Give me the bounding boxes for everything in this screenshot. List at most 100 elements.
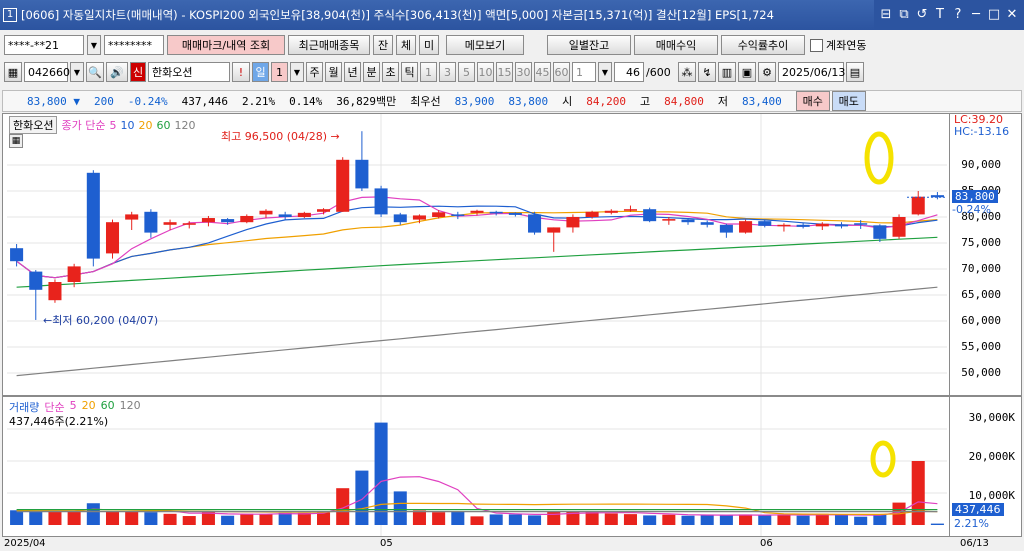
hc-value: HC:-13.16	[954, 125, 1010, 138]
alert-icon[interactable]: !	[232, 62, 250, 82]
period-month[interactable]: 월	[325, 62, 342, 82]
maximize-icon[interactable]: □	[986, 7, 1002, 23]
volume-bar	[739, 514, 753, 525]
unexecuted-button[interactable]: 미	[419, 35, 439, 55]
period-tick[interactable]: 틱	[401, 62, 418, 82]
volume-bar	[873, 514, 887, 525]
period-year[interactable]: 년	[344, 62, 361, 82]
volume-bar	[854, 516, 868, 525]
title-bar: 1 [0606] 자동일지차트(매매내역) - KOSPI200 외국인보유[3…	[0, 0, 1024, 30]
price-change-pct: -0.24%	[127, 94, 168, 108]
period-minute[interactable]: 분	[363, 62, 380, 82]
chart-type-icon[interactable]: ▥	[718, 62, 736, 82]
candle-body	[470, 210, 484, 213]
volume-bar	[700, 514, 714, 525]
interval-10[interactable]: 10	[477, 62, 494, 82]
indicator-icon[interactable]: ⁂	[678, 62, 696, 82]
period-second[interactable]: 초	[382, 62, 399, 82]
period-day[interactable]: 일	[252, 62, 269, 82]
trend-icon[interactable]: ↯	[698, 62, 716, 82]
settings-icon[interactable]: ⚙	[758, 62, 776, 82]
sell-button[interactable]: 매도	[831, 91, 866, 111]
volume-bar	[911, 461, 925, 525]
memo-button[interactable]: 메모보기	[446, 35, 524, 55]
price-panel[interactable]: 한화오션 종가 단순 5 10 20 60 120 ▦ 최고 96,500 (0…	[2, 113, 1022, 396]
volume-bar	[489, 514, 503, 525]
calendar-icon[interactable]: ▤	[846, 62, 864, 82]
account-dropdown-icon[interactable]: ▼	[87, 35, 101, 55]
buy-button[interactable]: 매수	[795, 91, 830, 111]
interval-3[interactable]: 3	[439, 62, 456, 82]
count-input[interactable]: 46	[614, 62, 644, 82]
candle-body	[182, 223, 196, 225]
volume-bar	[719, 515, 733, 525]
window-title: [0606] 자동일지차트(매매내역) - KOSPI200 외국인보유[38,…	[21, 8, 774, 22]
minimize-icon[interactable]: ─	[968, 7, 984, 23]
stock-label[interactable]: 한화오션	[9, 116, 58, 134]
interval-input[interactable]: 1	[572, 62, 596, 82]
ytick: 60,000	[961, 314, 1001, 327]
speaker-icon[interactable]: 🔊	[106, 62, 128, 82]
trade-mark-button[interactable]: 매매마크/내역 조회	[167, 35, 285, 55]
close-icon[interactable]: ✕	[1004, 7, 1020, 23]
candle-body	[815, 223, 829, 227]
toolbar-stock: ▦ 042660 ▼ 🔍 🔊 신 한화오션 ! 일 1 ▼ 주 월 년 분 초 …	[0, 62, 1024, 82]
volume-chart[interactable]	[3, 397, 1021, 536]
candle-body	[201, 218, 215, 223]
candle-body	[221, 219, 235, 223]
last-price: 83,800 ▼	[27, 94, 80, 108]
interval-15[interactable]: 15	[496, 62, 513, 82]
daily-balance-button[interactable]: 일별잔고	[547, 35, 631, 55]
volume-bar	[470, 516, 484, 525]
executed-button[interactable]: 체	[396, 35, 416, 55]
candlestick-chart[interactable]	[3, 114, 1021, 395]
candle-body	[240, 215, 254, 223]
interval-30[interactable]: 30	[515, 62, 532, 82]
trade-profit-button[interactable]: 매매수익	[634, 35, 718, 55]
xtick: 06/13	[960, 538, 989, 549]
restore-icon[interactable]: ⧉	[896, 7, 912, 23]
candle-body	[105, 222, 120, 254]
volume-bar	[48, 511, 62, 525]
interval-1[interactable]: 1	[420, 62, 437, 82]
account-link-label: 계좌연동	[826, 39, 867, 52]
candle-body	[700, 222, 714, 225]
table-icon[interactable]: ▦	[9, 134, 23, 148]
candle-body	[911, 196, 925, 215]
volume-bar	[777, 514, 791, 525]
recent-stocks-button[interactable]: 최근매매종목	[288, 35, 370, 55]
refresh-icon[interactable]: ↺	[914, 7, 930, 23]
candle-body	[259, 210, 273, 215]
volume-bar	[451, 511, 465, 525]
password-input[interactable]: ********	[104, 35, 164, 55]
volume-bar	[355, 470, 369, 525]
pin-icon[interactable]: ⊟	[878, 7, 894, 23]
period-day-count[interactable]: 1	[271, 62, 288, 82]
period-dropdown-icon[interactable]: ▼	[290, 62, 304, 82]
candle-body	[489, 211, 503, 214]
help-icon[interactable]: ?	[950, 7, 966, 23]
save-icon[interactable]: ▣	[738, 62, 756, 82]
candle-body	[796, 224, 810, 227]
volume-panel[interactable]: 거래량 단순 5 20 60 120 437,446주(2.21%) 30,00…	[2, 396, 1022, 537]
balance-button[interactable]: 잔	[373, 35, 393, 55]
account-link-checkbox[interactable]	[810, 38, 823, 52]
volume-bar	[815, 513, 829, 525]
font-icon[interactable]: T	[932, 7, 948, 23]
interval-45[interactable]: 45	[534, 62, 551, 82]
date-input[interactable]: 2025/06/13	[778, 62, 845, 82]
interval-dropdown-icon[interactable]: ▼	[598, 62, 612, 82]
ask-price: 83,900	[454, 94, 495, 108]
interval-60[interactable]: 60	[553, 62, 570, 82]
return-trend-button[interactable]: 수익률추이	[721, 35, 805, 55]
interval-5[interactable]: 5	[458, 62, 475, 82]
candle-body	[758, 221, 772, 226]
stock-code-input[interactable]: 042660	[24, 62, 70, 82]
candle-body	[374, 188, 388, 215]
account-input[interactable]: ****-**21	[4, 35, 84, 55]
stock-name-field[interactable]: 한화오션	[148, 62, 230, 82]
search-icon[interactable]: 🔍	[86, 62, 104, 82]
code-dropdown-icon[interactable]: ▼	[70, 62, 84, 82]
grid-icon[interactable]: ▦	[4, 62, 22, 82]
period-week[interactable]: 주	[306, 62, 323, 82]
